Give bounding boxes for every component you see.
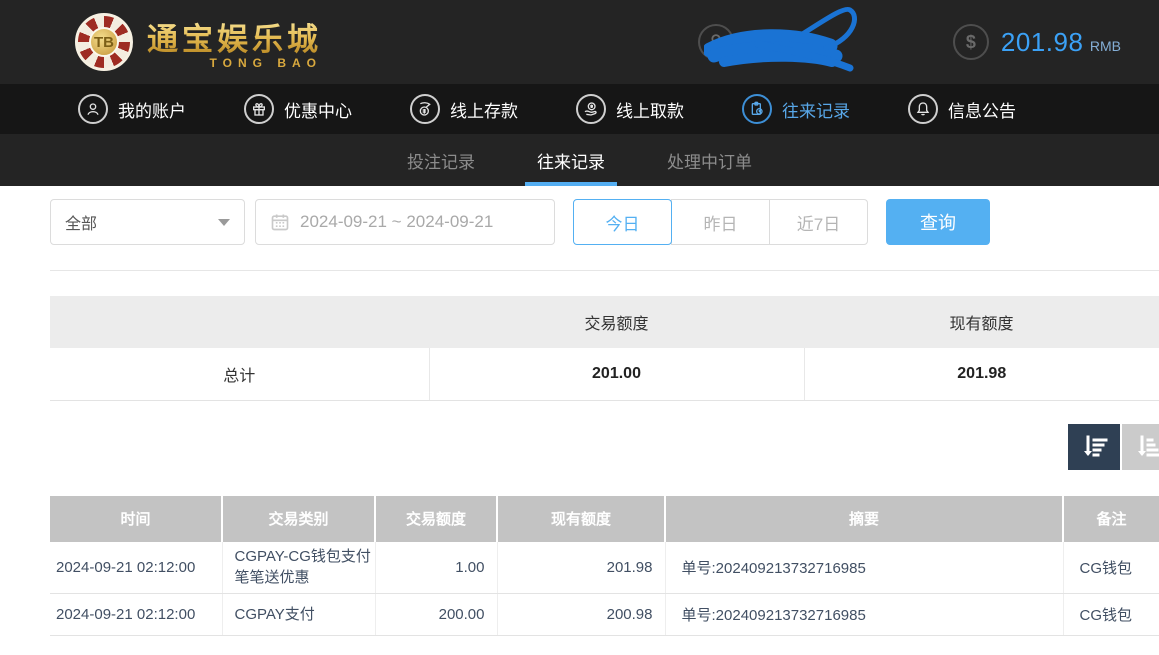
cell-type: CGPAY支付 (222, 594, 375, 636)
nav-deposit[interactable]: 线上存款 (410, 94, 518, 124)
summary-total-row: 总计 201.00 201.98 (50, 348, 1159, 400)
cell-time: 2024-09-21 02:12:00 (50, 542, 222, 594)
chip-monogram: TB (89, 27, 119, 57)
records-table: 时间 交易类别 交易额度 现有额度 摘要 备注 2024-09-21 02:12… (50, 496, 1159, 637)
user-icon (78, 94, 108, 124)
col-balance: 现有额度 (497, 496, 665, 542)
user-avatar-icon (698, 24, 734, 60)
today-button[interactable]: 今日 (573, 199, 672, 245)
sort-controls (50, 424, 1159, 470)
tab-pending-orders[interactable]: 处理中订单 (659, 134, 760, 186)
sort-descending-icon (1080, 433, 1108, 461)
balance-value: 201.98 (1001, 27, 1084, 57)
tab-betting-records[interactable]: 投注记录 (399, 134, 483, 186)
deposit-icon (410, 94, 440, 124)
brand-text: 通宝娱乐城 TONG BAO (147, 14, 322, 70)
page: TB 通宝娱乐城 TONG BAO (0, 0, 1159, 655)
sub-tab-bar: 投注记录 往来记录 处理中订单 (0, 134, 1159, 186)
sort-ascending-icon (1134, 433, 1159, 461)
brand-logo[interactable]: TB 通宝娱乐城 TONG BAO (75, 13, 322, 71)
nav-transaction-records[interactable]: 往来记录 (742, 94, 850, 124)
main-nav: 我的账户 优惠中心 线上存款 (0, 84, 1159, 134)
last-7-days-button[interactable]: 近7日 (769, 199, 868, 245)
brand-subtitle: TONG BAO (147, 56, 322, 70)
nav-label: 线上存款 (450, 97, 518, 122)
cell-summary: 单号:202409213732716985 (665, 542, 1063, 594)
date-range-value: 2024-09-21 ~ 2024-09-21 (300, 212, 493, 232)
nav-my-account[interactable]: 我的账户 (78, 94, 186, 124)
yesterday-button[interactable]: 昨日 (671, 199, 770, 245)
bell-icon (908, 94, 938, 124)
tab-label: 投注记录 (407, 148, 475, 173)
summary-table: 交易额度 现有额度 总计 201.00 201.98 (50, 296, 1159, 401)
nav-label: 线上取款 (616, 97, 684, 122)
brand-title: 通宝娱乐城 (147, 14, 322, 59)
summary-header-transaction: 交易额度 (429, 296, 804, 348)
balance-display: $ 201.98 RMB (953, 24, 1135, 60)
withdraw-icon (576, 94, 606, 124)
quick-date-buttons: 今日 昨日 近7日 (573, 199, 868, 245)
cell-time: 2024-09-21 02:12:00 (50, 594, 222, 636)
nav-announcements[interactable]: 信息公告 (908, 94, 1016, 124)
casino-chip-icon: TB (75, 13, 133, 71)
divider (50, 270, 1159, 271)
nav-withdraw[interactable]: 线上取款 (576, 94, 684, 124)
cell-type: CGPAY-CG钱包支付笔笔送优惠 (222, 542, 375, 594)
cell-balance: 201.98 (497, 542, 665, 594)
summary-total-balance: 201.98 (804, 348, 1159, 400)
records-icon (742, 94, 772, 124)
user-account-button[interactable] (698, 12, 883, 72)
chevron-down-icon (218, 219, 230, 226)
balance-amount: 201.98 RMB (1001, 27, 1121, 58)
tab-label: 往来记录 (537, 148, 605, 173)
cell-balance: 200.98 (497, 594, 665, 636)
tab-transaction-records[interactable]: 往来记录 (529, 134, 613, 186)
records-header-row: 时间 交易类别 交易额度 现有额度 摘要 备注 (50, 496, 1159, 542)
balance-currency: RMB (1090, 38, 1121, 54)
cell-remark: CG钱包 (1063, 594, 1159, 636)
filter-toolbar: 全部 2024-09-21 ~ 2024-09-21 今日 昨日 近7日 查询 (50, 199, 1159, 245)
top-bar-right: $ 201.98 RMB (698, 12, 1135, 72)
dollar-coin-icon: $ (953, 24, 989, 60)
table-row: 2024-09-21 02:12:00 CGPAY支付 200.00 200.9… (50, 594, 1159, 636)
cell-amount: 200.00 (375, 594, 497, 636)
search-button[interactable]: 查询 (886, 199, 990, 245)
cell-remark: CG钱包 (1063, 542, 1159, 594)
sort-ascending-button[interactable] (1122, 424, 1159, 470)
type-select-value: 全部 (65, 210, 97, 234)
gift-icon (244, 94, 274, 124)
nav-promotions[interactable]: 优惠中心 (244, 94, 352, 124)
nav-label: 我的账户 (118, 97, 186, 122)
summary-header-empty (50, 296, 429, 348)
nav-label: 往来记录 (782, 97, 850, 122)
summary-total-transaction: 201.00 (429, 348, 804, 400)
col-summary: 摘要 (665, 496, 1063, 542)
col-amount: 交易额度 (375, 496, 497, 542)
col-type: 交易类别 (222, 496, 375, 542)
tab-label: 处理中订单 (667, 148, 752, 173)
summary-total-label: 总计 (50, 348, 429, 400)
type-select[interactable]: 全部 (50, 199, 245, 245)
sort-descending-button[interactable] (1068, 424, 1120, 470)
table-row: 2024-09-21 02:12:00 CGPAY-CG钱包支付笔笔送优惠 1.… (50, 542, 1159, 594)
cell-amount: 1.00 (375, 542, 497, 594)
summary-header-row: 交易额度 现有额度 (50, 296, 1159, 348)
summary-header-balance: 现有额度 (804, 296, 1159, 348)
nav-label: 优惠中心 (284, 97, 352, 122)
calendar-icon (270, 212, 290, 232)
cell-summary: 单号:202409213732716985 (665, 594, 1063, 636)
col-remark: 备注 (1063, 496, 1159, 542)
nav-label: 信息公告 (948, 97, 1016, 122)
date-range-input[interactable]: 2024-09-21 ~ 2024-09-21 (255, 199, 555, 245)
content-area: 全部 2024-09-21 ~ 2024-09-21 今日 昨日 近7日 查询 (0, 199, 1159, 636)
top-bar: TB 通宝娱乐城 TONG BAO (0, 0, 1159, 84)
col-time: 时间 (50, 496, 222, 542)
